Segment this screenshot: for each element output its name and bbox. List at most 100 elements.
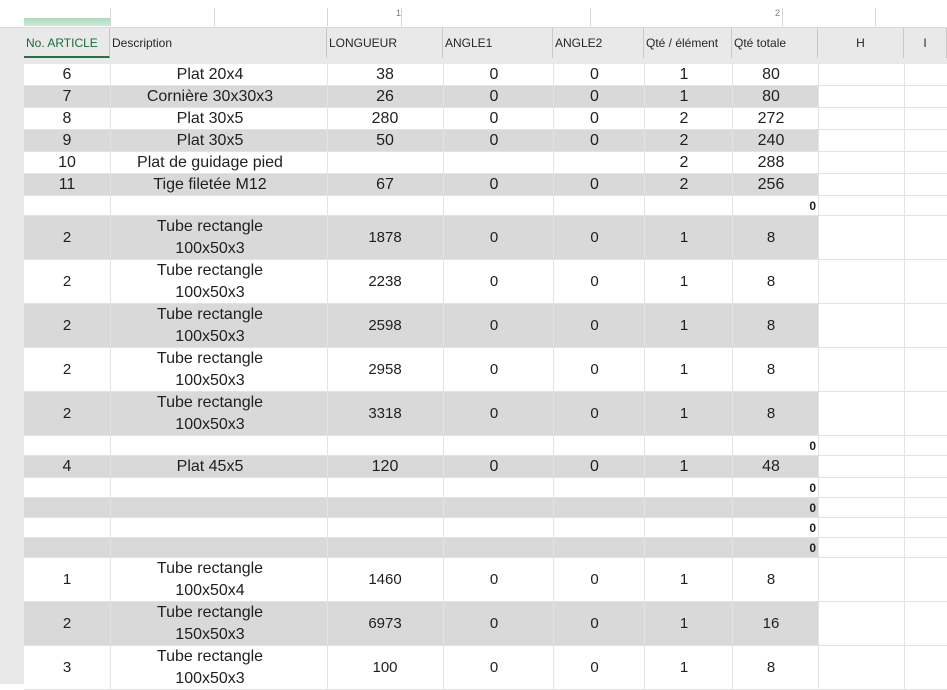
table-row[interactable]: 10 Plat de guidage pied 2 288 [24, 152, 947, 174]
cell-qt[interactable]: 8 [732, 304, 810, 348]
cell-a2[interactable] [553, 518, 636, 538]
header-angle1[interactable]: ANGLE1 [443, 28, 553, 58]
cell-qe[interactable] [644, 436, 724, 456]
table-row[interactable]: 2 Tube rectangle 100x50x3 2598 0 0 1 8 [24, 304, 947, 348]
header-i[interactable]: I [904, 28, 947, 58]
header-no-article[interactable]: No. ARTICLE [24, 28, 110, 58]
header-qte-element[interactable]: Qté / élément [644, 28, 732, 58]
cell-qt[interactable]: 288 [732, 152, 810, 174]
cell-a2[interactable]: 0 [553, 64, 636, 86]
cell-a1[interactable]: 0 [443, 260, 545, 304]
table-row[interactable]: 0 [24, 478, 947, 498]
cell-len[interactable] [327, 436, 443, 456]
header-longueur[interactable]: LONGUEUR [327, 28, 443, 58]
cell-desc[interactable] [110, 196, 310, 216]
cell-qe[interactable]: 1 [644, 392, 724, 436]
cell-a2[interactable]: 0 [553, 558, 636, 602]
cell-a1[interactable]: 0 [443, 86, 545, 108]
cell-desc[interactable]: Tige filetée M12 [110, 174, 310, 196]
cell-no[interactable]: 2 [24, 304, 110, 348]
cell-qt[interactable]: 272 [732, 108, 810, 130]
cell-no[interactable]: 7 [24, 86, 110, 108]
cell-qe[interactable]: 1 [644, 304, 724, 348]
header-qte-totale[interactable]: Qté totale [732, 28, 818, 58]
cell-desc[interactable]: Tube rectangle 100x50x3 [110, 348, 310, 392]
cell-qt[interactable]: 16 [732, 602, 810, 646]
cell-desc[interactable] [110, 478, 310, 498]
cell-no[interactable]: 2 [24, 348, 110, 392]
table-row[interactable]: 2 Tube rectangle 100x50x3 2238 0 0 1 8 [24, 260, 947, 304]
cell-desc[interactable] [110, 436, 310, 456]
cell-desc[interactable]: Plat 20x4 [110, 64, 310, 86]
cell-len[interactable]: 100 [327, 646, 443, 690]
cell-a2[interactable] [553, 152, 636, 174]
cell-desc[interactable]: Tube rectangle 100x50x3 [110, 392, 310, 436]
cell-a1[interactable]: 0 [443, 108, 545, 130]
cell-desc[interactable]: Tube rectangle 100x50x3 [110, 646, 310, 690]
cell-len[interactable]: 6973 [327, 602, 443, 646]
cell-a1[interactable] [443, 152, 545, 174]
cell-qe[interactable] [644, 518, 724, 538]
cell-a2[interactable]: 0 [553, 108, 636, 130]
table-row[interactable]: 9 Plat 30x5 50 0 0 2 240 [24, 130, 947, 152]
cell-qt[interactable]: 256 [732, 174, 810, 196]
cell-no[interactable] [24, 196, 110, 216]
cell-a2[interactable]: 0 [553, 602, 636, 646]
cell-a1[interactable] [443, 538, 545, 558]
cell-no[interactable]: 3 [24, 646, 110, 690]
cell-a1[interactable] [443, 196, 545, 216]
cell-len[interactable]: 2958 [327, 348, 443, 392]
cell-a2[interactable] [553, 478, 636, 498]
cell-qe[interactable]: 1 [644, 260, 724, 304]
cell-a2[interactable]: 0 [553, 646, 636, 690]
table-row[interactable]: 2 Tube rectangle 100x50x3 3318 0 0 1 8 [24, 392, 947, 436]
table-row[interactable]: 2 Tube rectangle 100x50x3 1878 0 0 1 8 [24, 216, 947, 260]
cell-a2[interactable] [553, 538, 636, 558]
cell-len[interactable]: 38 [327, 64, 443, 86]
cell-qt[interactable] [732, 498, 810, 518]
cell-qe[interactable]: 1 [644, 602, 724, 646]
cell-no[interactable] [24, 436, 110, 456]
cell-no[interactable]: 8 [24, 108, 110, 130]
cell-qt[interactable] [732, 436, 810, 456]
cell-len[interactable] [327, 498, 443, 518]
cell-a1[interactable]: 0 [443, 174, 545, 196]
table-row[interactable]: 1 Tube rectangle 100x50x4 1460 0 0 1 8 [24, 558, 947, 602]
cell-no[interactable]: 11 [24, 174, 110, 196]
cell-qt[interactable]: 240 [732, 130, 810, 152]
cell-no[interactable]: 10 [24, 152, 110, 174]
cell-desc[interactable]: Tube rectangle 150x50x3 [110, 602, 310, 646]
cell-no[interactable]: 4 [24, 456, 110, 478]
cell-qt[interactable] [732, 538, 810, 558]
table-row[interactable]: 0 [24, 518, 947, 538]
cell-desc[interactable]: Cornière 30x30x3 [110, 86, 310, 108]
cell-desc[interactable]: Tube rectangle 100x50x3 [110, 216, 310, 260]
cell-qe[interactable]: 2 [644, 108, 724, 130]
cell-a1[interactable] [443, 498, 545, 518]
cell-a2[interactable]: 0 [553, 304, 636, 348]
cell-len[interactable] [327, 152, 443, 174]
cell-qe[interactable] [644, 196, 724, 216]
cell-qt[interactable] [732, 478, 810, 498]
cell-qt[interactable]: 8 [732, 260, 810, 304]
cell-qe[interactable] [644, 478, 724, 498]
cell-a2[interactable]: 0 [553, 392, 636, 436]
cell-qe[interactable]: 1 [644, 558, 724, 602]
cell-qe[interactable]: 1 [644, 86, 724, 108]
cell-qe[interactable]: 1 [644, 646, 724, 690]
table-row[interactable]: 0 [24, 498, 947, 518]
cell-len[interactable]: 2238 [327, 260, 443, 304]
cell-len[interactable]: 3318 [327, 392, 443, 436]
cell-qe[interactable] [644, 538, 724, 558]
table-row[interactable]: 2 Tube rectangle 150x50x3 6973 0 0 1 16 [24, 602, 947, 646]
cell-len[interactable] [327, 196, 443, 216]
cell-len[interactable]: 26 [327, 86, 443, 108]
cell-a2[interactable]: 0 [553, 260, 636, 304]
cell-a1[interactable]: 0 [443, 216, 545, 260]
table-row[interactable]: 2 Tube rectangle 100x50x3 2958 0 0 1 8 [24, 348, 947, 392]
sheet-grid[interactable]: 6 Plat 20x4 38 0 0 1 80 7 Cornière 30x30x3 26 0 0 1 8… [0, 64, 947, 690]
cell-len[interactable]: 120 [327, 456, 443, 478]
cell-no[interactable]: 9 [24, 130, 110, 152]
cell-no[interactable]: 6 [24, 64, 110, 86]
cell-qt[interactable]: 80 [732, 86, 810, 108]
